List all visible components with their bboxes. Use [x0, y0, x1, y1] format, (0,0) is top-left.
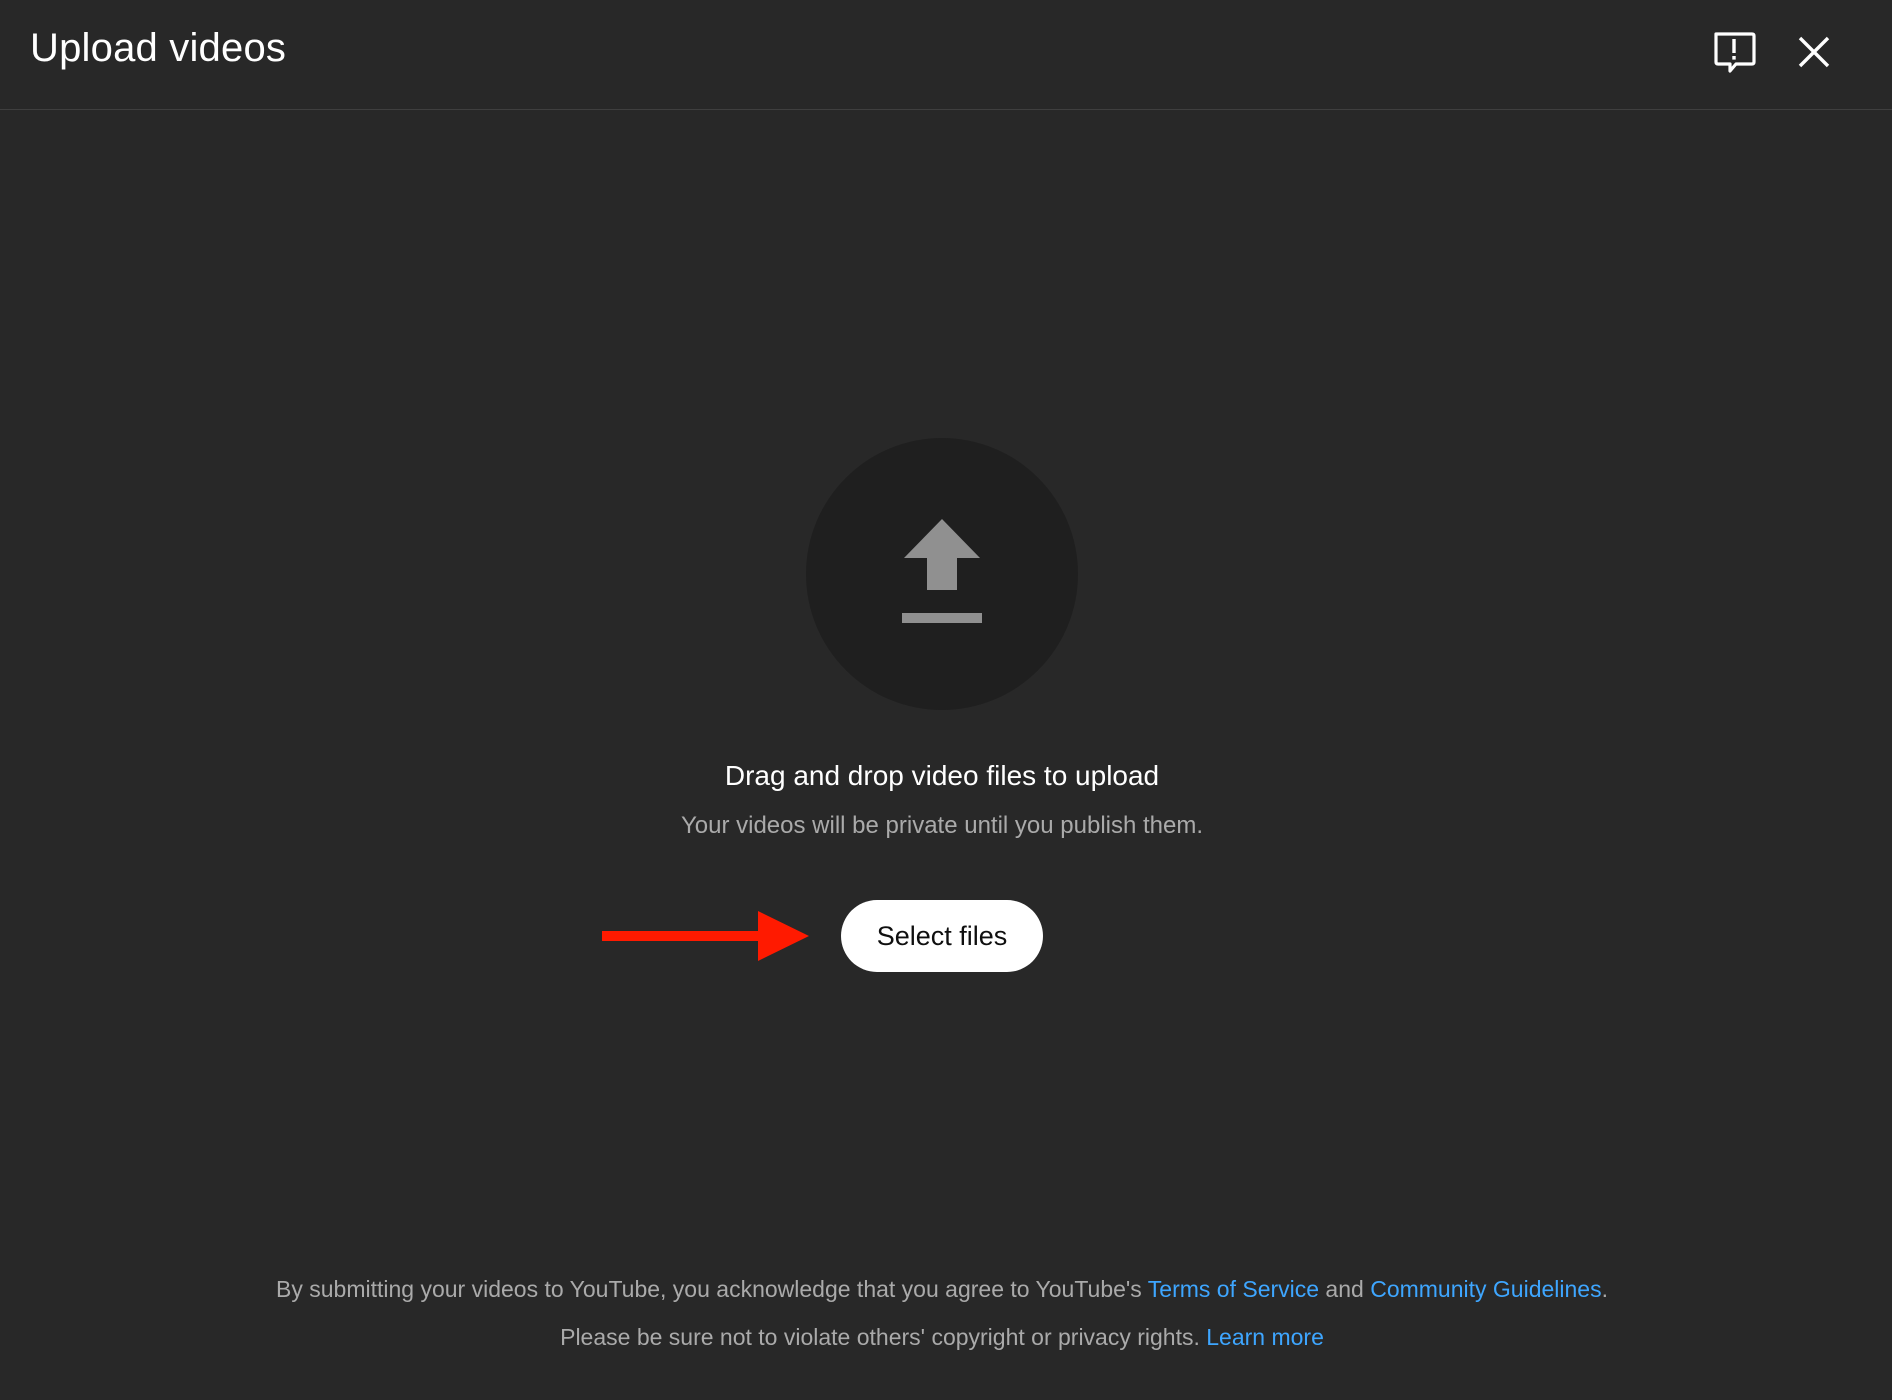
upload-drop-zone[interactable] [806, 438, 1078, 710]
page-title: Upload videos [30, 26, 287, 70]
dialog-header: Upload videos [0, 0, 1892, 110]
close-icon [1798, 36, 1830, 68]
terms-notice-text: By submitting your videos to YouTube, yo… [276, 1276, 1148, 1302]
terms-period: . [1601, 1276, 1608, 1302]
annotation-arrow-icon [602, 911, 809, 961]
upload-dialog: Upload videos Drag and drop video files … [0, 0, 1892, 1400]
community-guidelines-link[interactable]: Community Guidelines [1370, 1276, 1601, 1302]
feedback-button[interactable] [1704, 22, 1764, 82]
terms-of-service-link[interactable]: Terms of Service [1148, 1276, 1319, 1302]
terms-notice: By submitting your videos to YouTube, yo… [0, 1276, 1884, 1303]
drag-drop-heading: Drag and drop video files to upload [724, 760, 1160, 791]
upload-arrow-icon [902, 519, 982, 623]
feedback-icon [1714, 32, 1756, 73]
copyright-notice: Please be sure not to violate others' co… [0, 1324, 1884, 1351]
terms-and-text: and [1319, 1276, 1371, 1302]
close-button[interactable] [1784, 22, 1844, 82]
privacy-note: Your videos will be private until you pu… [680, 812, 1204, 839]
select-files-button[interactable]: Select files [841, 900, 1043, 972]
learn-more-link[interactable]: Learn more [1206, 1324, 1324, 1350]
copyright-notice-text: Please be sure not to violate others' co… [560, 1324, 1207, 1350]
